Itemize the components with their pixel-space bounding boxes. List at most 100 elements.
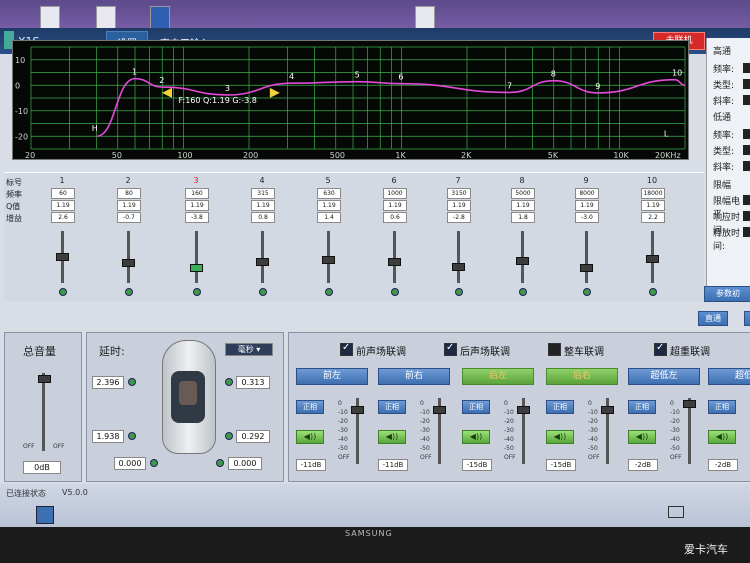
eq-graph[interactable]: 10 0 -10 -20 20 50 100 200 500 1K 2K 5K 10K 20KHz 1 2 3 4…	[12, 40, 689, 160]
band-bypass-indicator[interactable]	[391, 288, 399, 296]
delay-unit-dropdown[interactable]: 毫秒 ▾	[225, 343, 273, 356]
band-q-field[interactable]: 1.19	[447, 200, 471, 211]
speaker-mute-icon[interactable]: ◀))	[462, 430, 490, 444]
speaker-mute-icon[interactable]: ◀))	[628, 430, 656, 444]
phase-button[interactable]: 正相	[296, 400, 324, 414]
band-gain-field[interactable]: 1.8	[511, 212, 535, 223]
filter-setting-value[interactable]	[743, 161, 750, 171]
band-q-field[interactable]: 1.19	[117, 200, 141, 211]
speaker-mute-icon[interactable]: ◀))	[296, 430, 324, 444]
channel-level-slider[interactable]	[433, 406, 446, 414]
eq-point-label[interactable]: 8	[551, 70, 556, 79]
bypass-button[interactable]: 直通	[698, 311, 728, 326]
delay-front-left[interactable]: 2.396	[92, 376, 124, 389]
phase-button[interactable]: 正相	[708, 400, 736, 414]
eq-point-label[interactable]: 1	[132, 68, 137, 77]
band-gain-slider[interactable]	[452, 263, 465, 271]
delay-rear-left[interactable]: 1.938	[92, 430, 124, 443]
band-bypass-indicator[interactable]	[583, 288, 591, 296]
delay-front-right[interactable]: 0.313	[236, 376, 270, 389]
filter-setting-value[interactable]	[743, 211, 750, 221]
phase-button[interactable]: 正相	[546, 400, 574, 414]
filter-setting-value[interactable]	[743, 227, 750, 237]
band-gain-field[interactable]: 2.2	[641, 212, 665, 223]
delay-rear-right[interactable]: 0.292	[236, 430, 270, 443]
band-q-field[interactable]: 1.19	[317, 200, 341, 211]
band-frequency-field[interactable]: 8000	[575, 188, 599, 199]
band-gain-slider[interactable]	[516, 257, 529, 265]
speaker-mute-icon[interactable]: ◀))	[546, 430, 574, 444]
band-gain-field[interactable]: -3.0	[575, 212, 599, 223]
band-bypass-indicator[interactable]	[59, 288, 67, 296]
band-bypass-indicator[interactable]	[455, 288, 463, 296]
link-checkbox[interactable]	[340, 342, 353, 356]
bypass-button-2[interactable]	[744, 311, 750, 326]
band-gain-track[interactable]	[261, 231, 264, 283]
band-frequency-field[interactable]: 5000	[511, 188, 535, 199]
band-gain-slider[interactable]	[122, 259, 135, 267]
band-frequency-field[interactable]: 3150	[447, 188, 471, 199]
eq-point-label[interactable]: 4	[289, 72, 294, 81]
band-frequency-field[interactable]: 160	[185, 188, 209, 199]
band-q-field[interactable]: 1.19	[641, 200, 665, 211]
band-frequency-field[interactable]: 315	[251, 188, 275, 199]
word-document-icon[interactable]	[150, 6, 170, 30]
band-bypass-indicator[interactable]	[125, 288, 133, 296]
link-checkbox[interactable]	[444, 342, 457, 356]
band-q-field[interactable]: 1.19	[185, 200, 209, 211]
delay-sub-left[interactable]: 0.000	[114, 457, 146, 470]
filter-setting-value[interactable]	[743, 145, 750, 155]
channel-name-button[interactable]: 超低	[708, 368, 750, 385]
channel-level-slider[interactable]	[601, 406, 614, 414]
delay-fr-speaker-icon[interactable]	[225, 378, 233, 386]
band-gain-field[interactable]: 2.6	[51, 212, 75, 223]
band-q-field[interactable]: 1.19	[51, 200, 75, 211]
band-gain-field[interactable]: -3.8	[185, 212, 209, 223]
channel-name-button[interactable]: 后右	[546, 368, 618, 385]
eq-point-label[interactable]: 7	[507, 81, 512, 90]
band-gain-track[interactable]	[195, 231, 198, 283]
phase-button[interactable]: 正相	[628, 400, 656, 414]
desktop-file-icon[interactable]	[96, 6, 116, 30]
excel-document-icon[interactable]	[415, 6, 435, 30]
channel-name-button[interactable]: 超低左	[628, 368, 700, 385]
band-frequency-field[interactable]: 60	[51, 188, 75, 199]
taskbar-app-icon[interactable]	[36, 506, 54, 524]
band-gain-slider[interactable]	[190, 264, 203, 272]
speaker-mute-icon[interactable]: ◀))	[708, 430, 736, 444]
eq-graph-canvas[interactable]: 100-10-2020 50 100 200 500 1K 2K 5K 10K 20KHz1234…	[13, 41, 688, 159]
channel-name-button[interactable]: 前左	[296, 368, 368, 385]
band-gain-track[interactable]	[457, 231, 460, 283]
delay-rr-speaker-icon[interactable]	[225, 432, 233, 440]
band-right-arrow-icon[interactable]	[269, 87, 280, 98]
band-frequency-field[interactable]: 80	[117, 188, 141, 199]
band-gain-track[interactable]	[393, 231, 396, 283]
eq-point-label[interactable]: 2	[159, 76, 164, 85]
band-q-field[interactable]: 1.19	[383, 200, 407, 211]
band-bypass-indicator[interactable]	[649, 288, 657, 296]
master-volume-slider[interactable]	[38, 375, 51, 383]
band-gain-slider[interactable]	[256, 258, 269, 266]
band-bypass-indicator[interactable]	[519, 288, 527, 296]
band-gain-slider[interactable]	[56, 253, 69, 261]
band-frequency-field[interactable]: 630	[317, 188, 341, 199]
phase-button[interactable]: 正相	[378, 400, 406, 414]
eq-point-label[interactable]: 10	[672, 69, 682, 78]
band-bypass-indicator[interactable]	[325, 288, 333, 296]
filter-setting-value[interactable]	[743, 63, 750, 73]
master-volume-track[interactable]	[42, 373, 45, 451]
channel-name-button[interactable]: 后左	[462, 368, 534, 385]
band-bypass-indicator[interactable]	[193, 288, 201, 296]
band-frequency-field[interactable]: 18000	[641, 188, 665, 199]
reset-params-button[interactable]: 参数初	[704, 286, 750, 302]
band-gain-field[interactable]: -2.8	[447, 212, 471, 223]
keyboard-icon[interactable]	[668, 506, 684, 518]
band-gain-slider[interactable]	[580, 264, 593, 272]
band-gain-track[interactable]	[585, 231, 588, 283]
delay-rl-speaker-icon[interactable]	[128, 432, 136, 440]
link-checkbox[interactable]	[548, 343, 561, 356]
filter-setting-value[interactable]	[743, 79, 750, 89]
channel-level-slider[interactable]	[683, 400, 696, 408]
band-gain-track[interactable]	[127, 231, 130, 283]
eq-point-label[interactable]: 3	[225, 84, 230, 93]
